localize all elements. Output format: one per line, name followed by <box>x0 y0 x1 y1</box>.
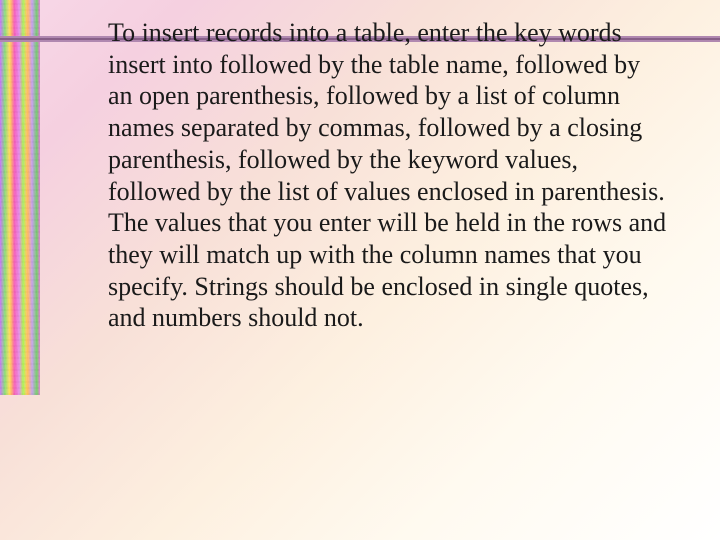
sidebar-decoration <box>0 0 40 395</box>
sidebar-art <box>0 0 40 395</box>
body-text: To insert records into a table, enter th… <box>108 17 668 334</box>
content-area: To insert records into a table, enter th… <box>108 17 668 334</box>
slide: To insert records into a table, enter th… <box>0 0 720 540</box>
